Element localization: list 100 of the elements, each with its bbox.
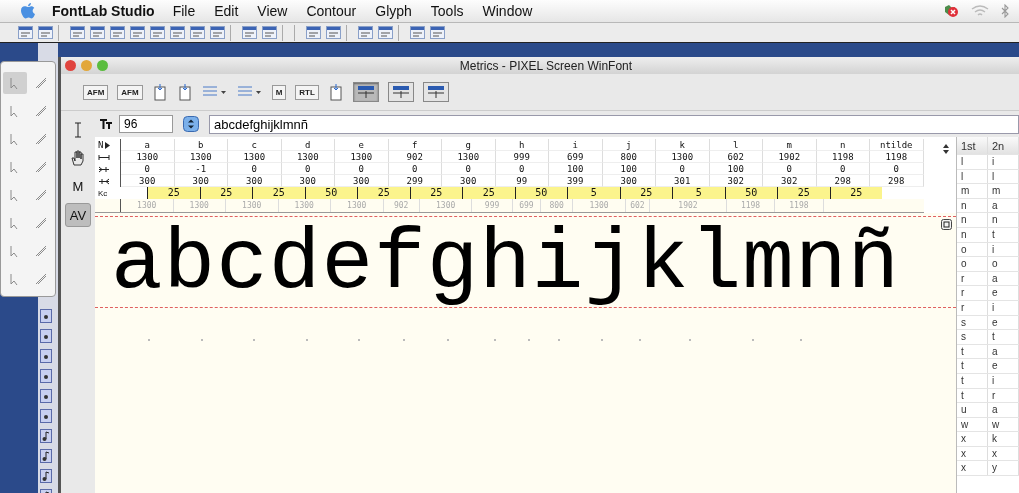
glyph-name-cell[interactable]: h xyxy=(495,139,549,151)
pair-cell[interactable]: r xyxy=(957,271,988,286)
pair-cell[interactable]: o xyxy=(957,242,988,257)
pair-cell[interactable]: n xyxy=(957,213,988,227)
pair-cell[interactable]: i xyxy=(988,373,1019,388)
sidebearing-cell[interactable]: 0 xyxy=(442,163,496,175)
file-icon[interactable] xyxy=(40,309,52,323)
glyph-name-cell[interactable]: m xyxy=(763,139,817,151)
side-tool[interactable]: M xyxy=(66,175,90,197)
text-field[interactable]: abcdefghijklmnñ xyxy=(209,114,1019,134)
glyph-name-cell[interactable]: d xyxy=(281,139,335,151)
toolbar-icon[interactable] xyxy=(327,83,344,101)
toolbar-button[interactable]: AFM xyxy=(117,84,143,100)
pair-cell[interactable]: l xyxy=(957,155,988,169)
pair-cell[interactable]: a xyxy=(988,271,1019,286)
glyph-name-cell[interactable]: i xyxy=(549,139,603,151)
file-icon[interactable] xyxy=(40,369,52,383)
kerning-cell[interactable]: 25 xyxy=(829,187,882,199)
toolbar-icon[interactable] xyxy=(170,26,185,39)
pair-cell[interactable]: a xyxy=(988,344,1019,359)
column-header[interactable]: 1st xyxy=(957,137,988,154)
square-icon[interactable] xyxy=(941,219,952,230)
app-menu[interactable]: FontLab Studio xyxy=(52,3,155,19)
sidebearing-cell[interactable]: 0 xyxy=(388,163,442,175)
close-button[interactable] xyxy=(65,60,76,71)
width-cell[interactable]: 1198 xyxy=(816,151,870,163)
glyph-name-cell[interactable]: g xyxy=(442,139,496,151)
kerning-cell[interactable]: 25 xyxy=(147,187,200,199)
pair-cell[interactable]: r xyxy=(988,388,1019,403)
kerning-cell[interactable]: 25 xyxy=(619,187,672,199)
column-header[interactable]: 2n xyxy=(988,137,1019,154)
pair-cell[interactable]: l xyxy=(957,169,988,184)
pair-cell[interactable]: t xyxy=(957,359,988,373)
glyph-name-cell[interactable]: a xyxy=(121,139,175,151)
toolbar-icon[interactable] xyxy=(176,83,193,101)
size-field[interactable]: 96 xyxy=(119,115,173,133)
glyph-name-cell[interactable]: c xyxy=(228,139,282,151)
toolbar-icon[interactable] xyxy=(18,26,33,39)
width-cell[interactable]: 1300 xyxy=(335,151,389,163)
glyph-name-cell[interactable]: f xyxy=(388,139,442,151)
pair-cell[interactable]: k xyxy=(988,432,1019,446)
side-tool[interactable]: AV xyxy=(65,203,91,227)
glyph-name-cell[interactable]: n xyxy=(816,139,870,151)
kerning-cell[interactable]: 5 xyxy=(672,187,725,199)
width-cell[interactable]: 1300 xyxy=(228,151,282,163)
toolbar-icon[interactable] xyxy=(358,26,373,39)
glyph-name-cell[interactable]: j xyxy=(602,139,656,151)
pair-cell[interactable]: s xyxy=(957,315,988,330)
toolbar-icon[interactable] xyxy=(130,26,145,39)
pair-cell[interactable]: l xyxy=(988,169,1019,184)
menu-item[interactable]: View xyxy=(257,3,288,19)
toolbar-icon[interactable] xyxy=(150,26,165,39)
menu-item[interactable]: Window xyxy=(482,3,533,19)
toolbar-icon[interactable] xyxy=(151,83,168,101)
file-icon[interactable] xyxy=(40,469,52,483)
sidebearing-cell[interactable]: 0 xyxy=(495,163,549,175)
toolbar-icon[interactable] xyxy=(190,26,205,39)
pair-cell[interactable]: a xyxy=(988,403,1019,417)
toolbar-icon[interactable] xyxy=(210,26,225,39)
pair-cell[interactable]: r xyxy=(957,300,988,315)
toolbar-icon[interactable] xyxy=(306,26,321,39)
pair-cell[interactable]: x xyxy=(957,432,988,446)
glyph-name-cell[interactable]: e xyxy=(335,139,389,151)
glyph-name-cell[interactable]: l xyxy=(709,139,763,151)
menu-item[interactable]: Edit xyxy=(214,3,239,19)
bug-status-icon[interactable] xyxy=(943,4,959,18)
sidebearing-cell[interactable]: 0 xyxy=(335,163,389,175)
file-icon[interactable] xyxy=(40,349,52,363)
width-cell[interactable]: 1300 xyxy=(281,151,335,163)
sidebearing-cell[interactable]: -1 xyxy=(174,163,228,175)
sidebearing-cell[interactable]: 0 xyxy=(870,163,924,175)
pair-cell[interactable]: t xyxy=(957,344,988,359)
kerning-cell[interactable]: 25 xyxy=(409,187,462,199)
toolbar-icon[interactable] xyxy=(430,26,445,39)
pair-cell[interactable]: e xyxy=(988,315,1019,330)
pair-cell[interactable]: x xyxy=(957,446,988,461)
menu-item[interactable]: Tools xyxy=(430,3,464,19)
pair-cell[interactable]: n xyxy=(957,198,988,213)
pair-cell[interactable]: a xyxy=(988,198,1019,213)
file-icon[interactable] xyxy=(40,429,52,443)
pair-cell[interactable]: w xyxy=(988,417,1019,432)
toolbar-button[interactable]: AFM xyxy=(83,84,109,100)
pair-cell[interactable]: e xyxy=(988,286,1019,300)
menu-item[interactable]: Contour xyxy=(306,3,357,19)
toggle-button[interactable] xyxy=(387,82,414,102)
apple-icon[interactable] xyxy=(20,2,36,20)
pair-cell[interactable]: n xyxy=(957,227,988,242)
menu-item[interactable]: File xyxy=(172,3,196,19)
pair-cell[interactable]: t xyxy=(957,373,988,388)
glyph-name-cell[interactable]: b xyxy=(174,139,228,151)
sidebearing-cell[interactable]: 0 xyxy=(656,163,710,175)
toolbar-icon[interactable] xyxy=(410,26,425,39)
pair-cell[interactable]: m xyxy=(988,184,1019,198)
kerning-cell[interactable]: 25 xyxy=(199,187,252,199)
toolbar-button[interactable]: RTL xyxy=(295,84,319,100)
toggle-button[interactable] xyxy=(352,82,379,102)
file-icon[interactable] xyxy=(40,409,52,423)
sidebearing-cell[interactable]: 0 xyxy=(816,163,870,175)
pair-cell[interactable]: o xyxy=(957,257,988,271)
sidebearing-cell[interactable]: 0 xyxy=(763,163,817,175)
